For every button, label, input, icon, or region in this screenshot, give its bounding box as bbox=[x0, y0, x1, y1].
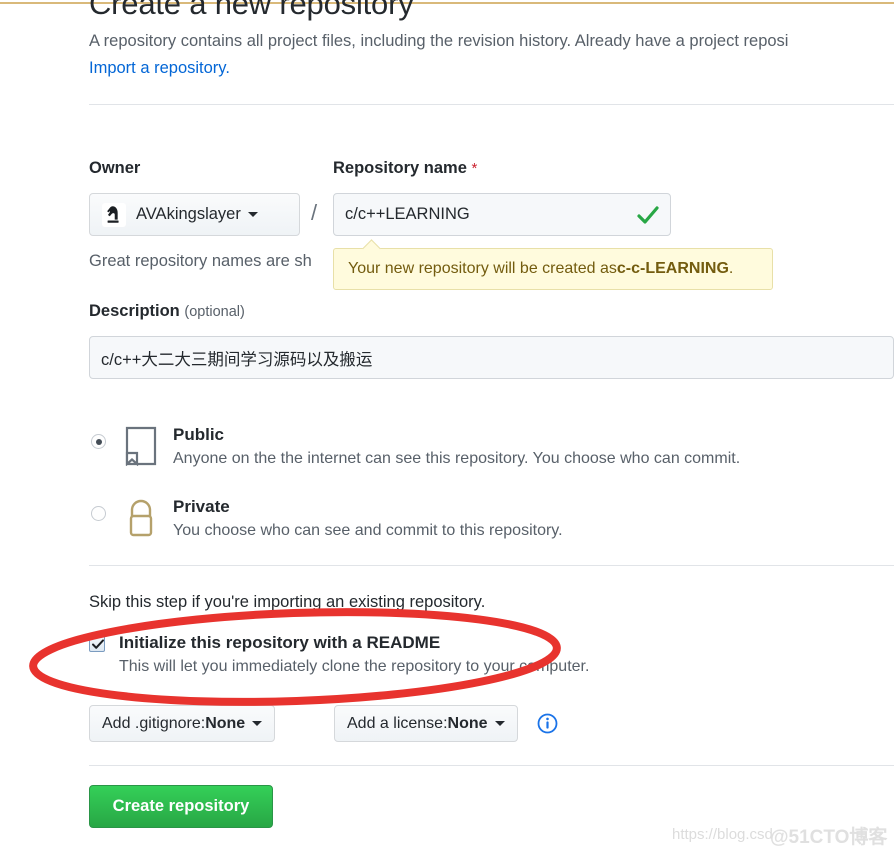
description-optional-text: (optional) bbox=[184, 304, 245, 320]
divider-bottom bbox=[89, 765, 894, 766]
repository-name-hint-text: Great repository names are sh bbox=[89, 252, 312, 270]
checkmark-icon bbox=[92, 639, 104, 649]
description-input[interactable] bbox=[89, 336, 894, 379]
visibility-public-text: Public Anyone on the the internet can se… bbox=[173, 424, 740, 472]
license-value: None bbox=[447, 714, 488, 732]
visibility-public-title: Public bbox=[173, 425, 225, 444]
visibility-public-desc: Anyone on the the internet can see this … bbox=[173, 450, 741, 467]
radio-public[interactable] bbox=[91, 434, 106, 449]
tooltip-arrow bbox=[362, 239, 381, 258]
visibility-private-desc: You choose who can see and commit to thi… bbox=[173, 522, 563, 539]
create-repository-page: Create a new repository A repository con… bbox=[0, 0, 894, 858]
import-repository-link-row: Import a repository. bbox=[89, 55, 230, 82]
visibility-option-public[interactable]: Public Anyone on the the internet can se… bbox=[89, 424, 740, 472]
readme-desc: This will let you immediately clone the … bbox=[119, 658, 590, 675]
page-title: Create a new repository bbox=[89, 0, 414, 21]
gitignore-prefix: Add .gitignore: bbox=[102, 714, 206, 732]
visibility-private-text: Private You choose who can see and commi… bbox=[173, 496, 563, 544]
repository-name-label-text: Repository name bbox=[333, 159, 467, 177]
create-repository-button[interactable]: Create repository bbox=[89, 785, 273, 828]
gitignore-value: None bbox=[205, 714, 246, 732]
visibility-private-title: Private bbox=[173, 497, 230, 516]
repository-name-tooltip: Your new repository will be created as c… bbox=[333, 239, 773, 290]
lock-icon bbox=[123, 498, 159, 538]
readme-title: Initialize this repository with a README bbox=[119, 633, 441, 652]
owner-label: Owner bbox=[89, 159, 141, 177]
visibility-option-private[interactable]: Private You choose who can see and commi… bbox=[89, 496, 563, 544]
user-avatar-chess-knight-icon bbox=[102, 202, 126, 227]
page-intro-text: A repository contains all project files,… bbox=[89, 32, 789, 50]
skip-step-note: Skip this step if you're importing an ex… bbox=[89, 593, 486, 611]
description-label-text: Description bbox=[89, 302, 180, 320]
tooltip-prefix: Your new repository will be created as bbox=[348, 260, 617, 277]
import-repository-link[interactable]: Import a repository. bbox=[89, 59, 230, 77]
repository-name-input[interactable] bbox=[333, 193, 671, 236]
divider-middle bbox=[89, 565, 894, 566]
tooltip-repo-name: c-c-LEARNING bbox=[616, 260, 729, 277]
owner-select[interactable]: AVAkingslayer bbox=[89, 193, 300, 236]
radio-private[interactable] bbox=[91, 506, 106, 521]
chevron-down-icon bbox=[494, 721, 505, 726]
gitignore-select[interactable]: Add .gitignore: None bbox=[89, 705, 276, 742]
chevron-down-icon bbox=[252, 721, 263, 726]
repository-name-label: Repository name * bbox=[333, 159, 477, 178]
description-label: Description (optional) bbox=[89, 302, 245, 321]
tooltip-suffix: . bbox=[728, 260, 734, 277]
required-marker: * bbox=[471, 160, 478, 177]
owner-name: AVAkingslayer bbox=[136, 205, 241, 223]
license-prefix: Add a license: bbox=[347, 714, 448, 732]
book-icon bbox=[123, 426, 159, 467]
readme-option[interactable]: Initialize this repository with a README… bbox=[89, 632, 589, 680]
readme-checkbox[interactable] bbox=[89, 636, 105, 652]
info-circle-icon[interactable] bbox=[537, 713, 558, 734]
divider-top bbox=[89, 104, 894, 105]
chevron-down-icon bbox=[247, 212, 258, 217]
owner-repo-separator: / bbox=[311, 200, 318, 225]
license-select[interactable]: Add a license: None bbox=[334, 705, 518, 742]
